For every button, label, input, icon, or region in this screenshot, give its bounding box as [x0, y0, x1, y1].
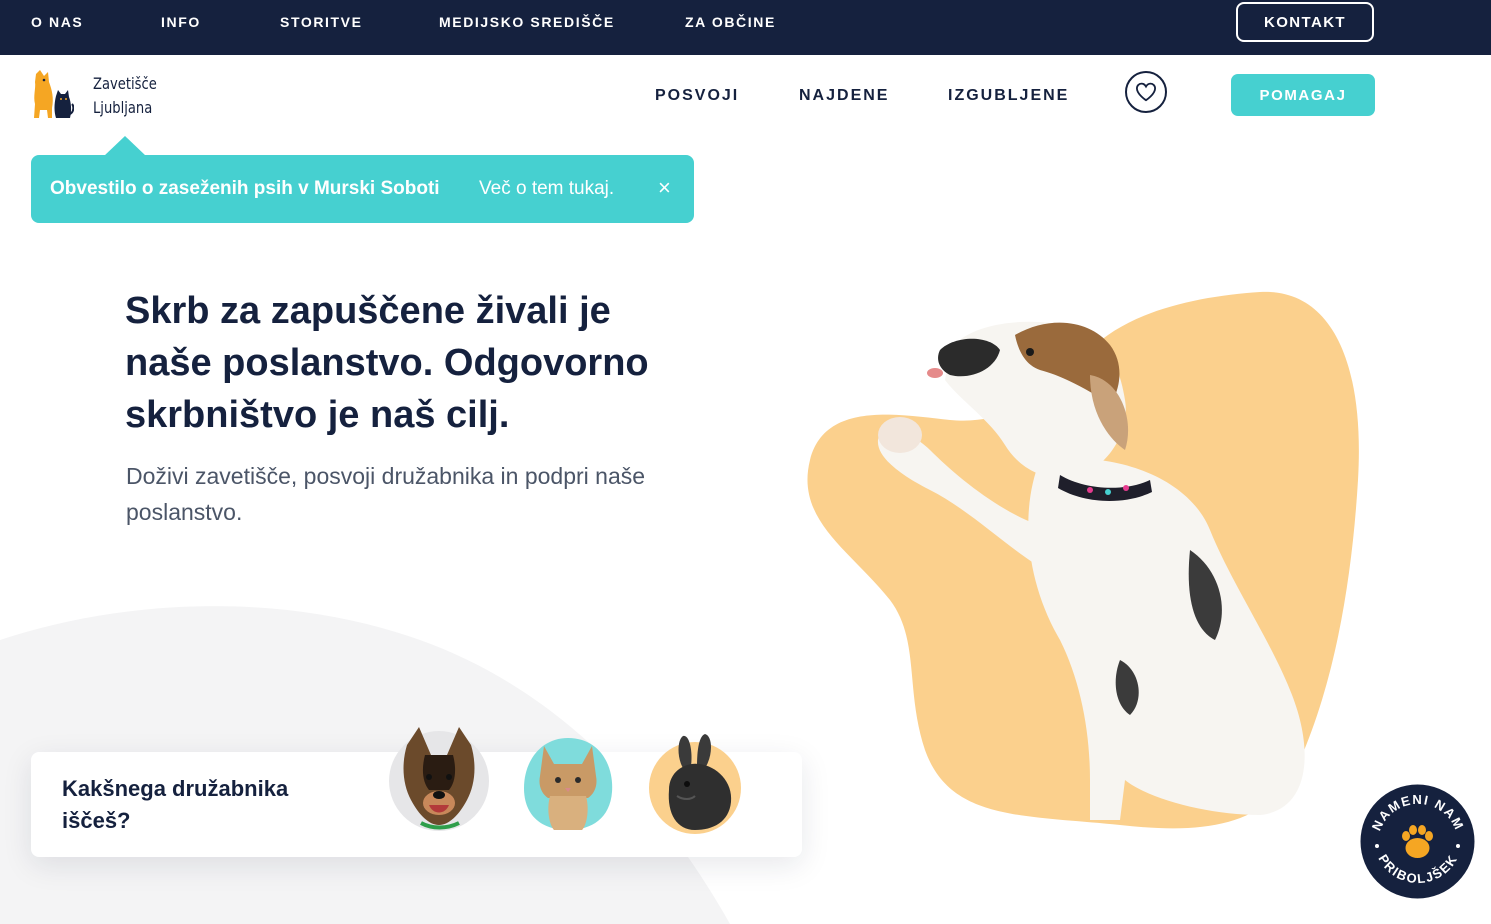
hero-dog-illustration — [807, 291, 1359, 829]
nav-posvoji[interactable]: POSVOJI — [655, 87, 739, 105]
logo[interactable]: Zavetišče Ljubljana — [30, 68, 170, 122]
top-navigation-bar: O NAS INFO STORITVE MEDIJSKO SREDIŠČE ZA… — [0, 0, 1491, 55]
hero-subtitle: Doživi zavetišče, posvoji družabnika in … — [126, 463, 646, 525]
priboljsek-badge[interactable]: NAMENI NAM PRIBOLJŠEK — [1360, 784, 1475, 899]
nav-najdene[interactable]: NAJDENE — [799, 87, 889, 105]
topnav-o-nas[interactable]: O NAS — [31, 14, 83, 30]
pet-finder-card: Kakšnega družabnika iščeš? — [31, 727, 802, 857]
pet-option-cat[interactable] — [520, 736, 616, 837]
notice-banner: Obvestilo o zaseženih psih v Murski Sobo… — [31, 155, 694, 223]
nav-izgubljene[interactable]: IZGUBLJENE — [948, 87, 1069, 105]
topnav-medijsko-sredisce[interactable]: MEDIJSKO SREDIŠČE — [439, 14, 615, 30]
pet-finder-title: Kakšnega družabnika iščeš? — [62, 776, 289, 833]
favorites-button[interactable] — [1125, 71, 1167, 113]
topnav-storitve[interactable]: STORITVE — [280, 14, 363, 30]
paw-badge-icon: NAMENI NAM PRIBOLJŠEK — [1360, 784, 1475, 899]
pomagaj-button[interactable]: POMAGAJ — [1231, 74, 1375, 116]
kontakt-button[interactable]: KONTAKT — [1236, 2, 1374, 42]
heart-icon — [1135, 82, 1157, 102]
hero-title: Skrb za zapuščene živali je naše poslans… — [125, 290, 649, 436]
pet-option-rabbit[interactable] — [647, 730, 745, 839]
notice-link[interactable]: Več o tem tukaj. — [479, 178, 614, 200]
rabbit-icon — [649, 734, 741, 834]
cat-icon — [524, 738, 613, 830]
notice-title[interactable]: Obvestilo o zaseženih psih v Murski Sobo… — [50, 178, 440, 200]
dog-cat-logo-icon — [34, 70, 74, 118]
topnav-za-obcine[interactable]: ZA OBČINE — [685, 14, 776, 30]
pet-option-dog[interactable] — [387, 725, 491, 840]
dog-icon — [389, 727, 489, 831]
topnav-info[interactable]: INFO — [161, 14, 201, 30]
logo-text: Zavetišče Ljubljana — [93, 74, 157, 117]
close-icon[interactable]: × — [658, 175, 671, 201]
notice-pointer — [104, 136, 146, 156]
